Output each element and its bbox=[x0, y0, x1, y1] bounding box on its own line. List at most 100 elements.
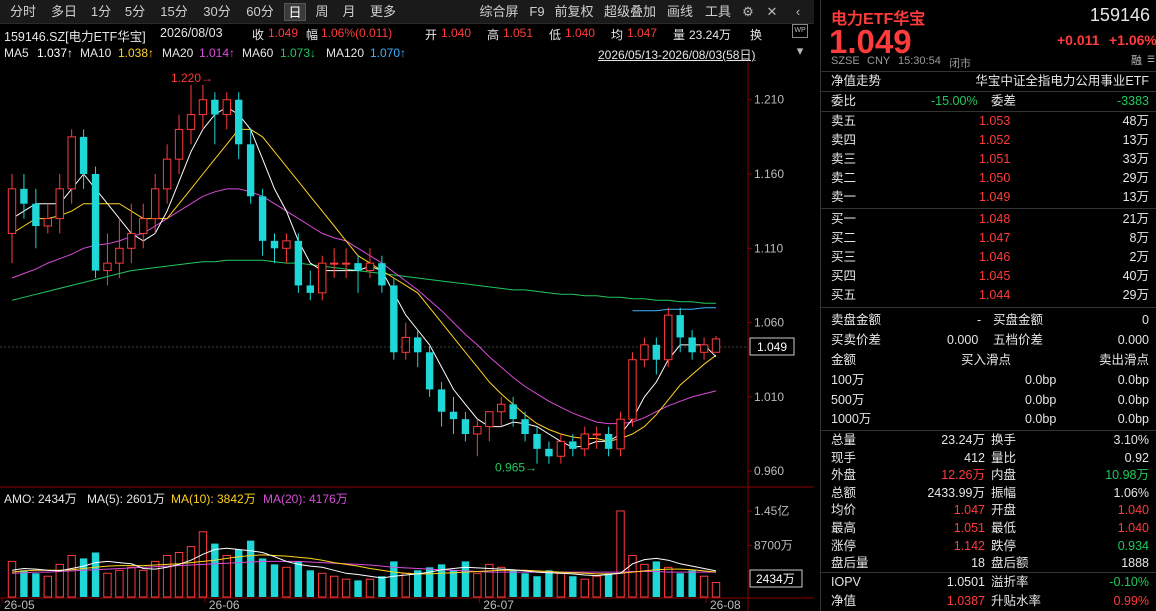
volume-bar bbox=[103, 572, 112, 598]
weibi-label: 委比 bbox=[831, 94, 857, 108]
candle-body bbox=[461, 419, 470, 434]
tab-60min[interactable]: 60分 bbox=[240, 3, 280, 21]
stat-label: 内盘 bbox=[991, 468, 1017, 483]
close-value: 1.049 bbox=[268, 26, 299, 40]
ma120-label: MA120 bbox=[326, 46, 365, 60]
candle-body bbox=[437, 389, 446, 412]
btn-tools[interactable]: 工具 bbox=[702, 3, 734, 21]
volume-bar bbox=[711, 582, 721, 598]
slip-row-2: 买卖价差 0.000 五档价差 0.000 bbox=[821, 331, 1156, 350]
btn-draw[interactable]: 画线 bbox=[664, 3, 696, 21]
buy-level-row[interactable]: 买一 1.048 21万 bbox=[821, 210, 1156, 229]
volume-bar bbox=[174, 552, 184, 598]
sell-level-label: 卖一 bbox=[831, 190, 857, 204]
stat-row: 盘后量 18 盘后额 1888 bbox=[821, 554, 1156, 573]
sell-level-row[interactable]: 卖四 1.052 13万 bbox=[821, 131, 1156, 150]
collapse-icon[interactable]: ‹ bbox=[790, 4, 806, 20]
y-axis-label: 1.110 bbox=[754, 241, 783, 255]
menu-icon[interactable]: ☰ bbox=[1147, 54, 1155, 65]
ma20-label: MA20 bbox=[162, 46, 194, 60]
buy-level-row[interactable]: 买五 1.044 29万 bbox=[821, 286, 1156, 305]
btn-overlay[interactable]: 超级叠加 bbox=[600, 3, 660, 21]
tab-day[interactable]: 日 bbox=[284, 3, 306, 21]
tab-month[interactable]: 月 bbox=[337, 3, 361, 21]
range-value: 1.06%(0.011) bbox=[321, 26, 393, 40]
tab-5min[interactable]: 5分 bbox=[119, 3, 151, 21]
tab-1min[interactable]: 1分 bbox=[86, 3, 116, 21]
btn-adjust[interactable]: 前复权 bbox=[552, 3, 596, 21]
candle-body bbox=[509, 404, 517, 420]
sell-amount-value: - bbox=[977, 313, 982, 327]
stat-label: 最低 bbox=[991, 521, 1017, 535]
currency-label: CNY bbox=[867, 55, 891, 67]
settings-icon[interactable]: ⚙ bbox=[740, 4, 756, 20]
candle-body bbox=[258, 196, 267, 241]
candle-body bbox=[55, 188, 64, 220]
candle-body bbox=[485, 411, 494, 428]
candle-body bbox=[401, 336, 410, 353]
tab-30min[interactable]: 30分 bbox=[197, 3, 237, 21]
slip-amount: 1000万 bbox=[831, 412, 872, 426]
candle-body bbox=[628, 359, 637, 420]
slip-sell: 0.0bp bbox=[1117, 392, 1149, 407]
stat-row: 均价 1.047 开盘 1.040 bbox=[821, 501, 1156, 520]
volume-bar bbox=[91, 552, 100, 597]
stat-row: 最高 1.051 最低 1.040 bbox=[821, 519, 1156, 538]
candle-body bbox=[699, 344, 709, 353]
volume-bar bbox=[306, 570, 315, 597]
candle-body bbox=[545, 448, 553, 457]
stat-label: 总额 bbox=[831, 485, 857, 500]
slip-amount: 100万 bbox=[831, 373, 865, 387]
tab-multiday[interactable]: 多日 bbox=[45, 3, 83, 21]
buy-level-label: 买五 bbox=[831, 288, 857, 302]
amo-ma5: MA(5): 2601万 bbox=[87, 492, 166, 506]
buy-level-volume: 8万 bbox=[1129, 231, 1149, 245]
tab-week[interactable]: 周 bbox=[310, 3, 334, 21]
candle-body bbox=[222, 99, 231, 116]
buy-level-label: 买一 bbox=[831, 212, 857, 226]
candle-body bbox=[235, 99, 243, 145]
nav-trend-link[interactable]: 净值走势 bbox=[831, 72, 881, 91]
expand-icon[interactable]: ▾ bbox=[792, 43, 808, 59]
stat-label: 量比 bbox=[991, 450, 1017, 465]
buy-level-row[interactable]: 买二 1.047 8万 bbox=[821, 229, 1156, 248]
sell-level-row[interactable]: 卖三 1.051 33万 bbox=[821, 150, 1156, 169]
vol-value: 23.24万 bbox=[689, 28, 732, 42]
stat-label: 振幅 bbox=[991, 485, 1017, 500]
btn-f9[interactable]: F9 bbox=[526, 3, 548, 21]
sell-level-price: 1.049 bbox=[979, 190, 1011, 204]
sell-level-row[interactable]: 卖一 1.049 13万 bbox=[821, 188, 1156, 207]
candle-body bbox=[211, 99, 219, 115]
candle-body bbox=[592, 433, 601, 436]
amo-ma10: MA(10): 3842万 bbox=[171, 492, 256, 506]
close-icon[interactable]: ✕ bbox=[764, 4, 780, 20]
tab-15min[interactable]: 15分 bbox=[154, 3, 194, 21]
sell-level-row[interactable]: 卖五 1.053 48万 bbox=[821, 112, 1156, 131]
candle-body bbox=[556, 440, 566, 457]
slip-amount: 500万 bbox=[831, 392, 865, 407]
avg-value: 1.047 bbox=[627, 26, 658, 40]
kline-chart[interactable]: 1.210 1.160 1.110 1.060 1.010 0.960 1.049 1.220… bbox=[0, 0, 814, 611]
wp-icon[interactable]: WP bbox=[792, 24, 808, 38]
avg-label: 均 bbox=[611, 28, 624, 42]
candle-body bbox=[449, 411, 458, 420]
stat-label: 均价 bbox=[831, 503, 857, 518]
buy-level-row[interactable]: 买四 1.045 40万 bbox=[821, 267, 1156, 286]
candle-body bbox=[91, 174, 100, 271]
volume-bar bbox=[556, 572, 566, 598]
volume-bar bbox=[222, 554, 231, 598]
spread-label: 买卖价差 bbox=[831, 333, 882, 347]
tab-more[interactable]: 更多 bbox=[366, 3, 400, 21]
sell-level-price: 1.052 bbox=[979, 133, 1011, 147]
y-axis-label: 0.960 bbox=[754, 464, 784, 478]
iopv-value: -0.10% bbox=[1109, 575, 1149, 589]
btn-composite[interactable]: 综合屏 bbox=[476, 3, 522, 21]
volume-bar bbox=[652, 561, 661, 597]
sell-level-row[interactable]: 卖二 1.050 29万 bbox=[821, 169, 1156, 188]
tab-fenshi[interactable]: 分时 bbox=[4, 3, 42, 21]
buy-level-row[interactable]: 买三 1.046 2万 bbox=[821, 248, 1156, 267]
sell-level-label: 卖三 bbox=[831, 152, 857, 166]
fund-code: 159146 bbox=[1089, 5, 1150, 25]
candle-body bbox=[186, 114, 196, 130]
period-range[interactable]: 2026/05/13-2026/08/03(58日) bbox=[598, 46, 755, 63]
